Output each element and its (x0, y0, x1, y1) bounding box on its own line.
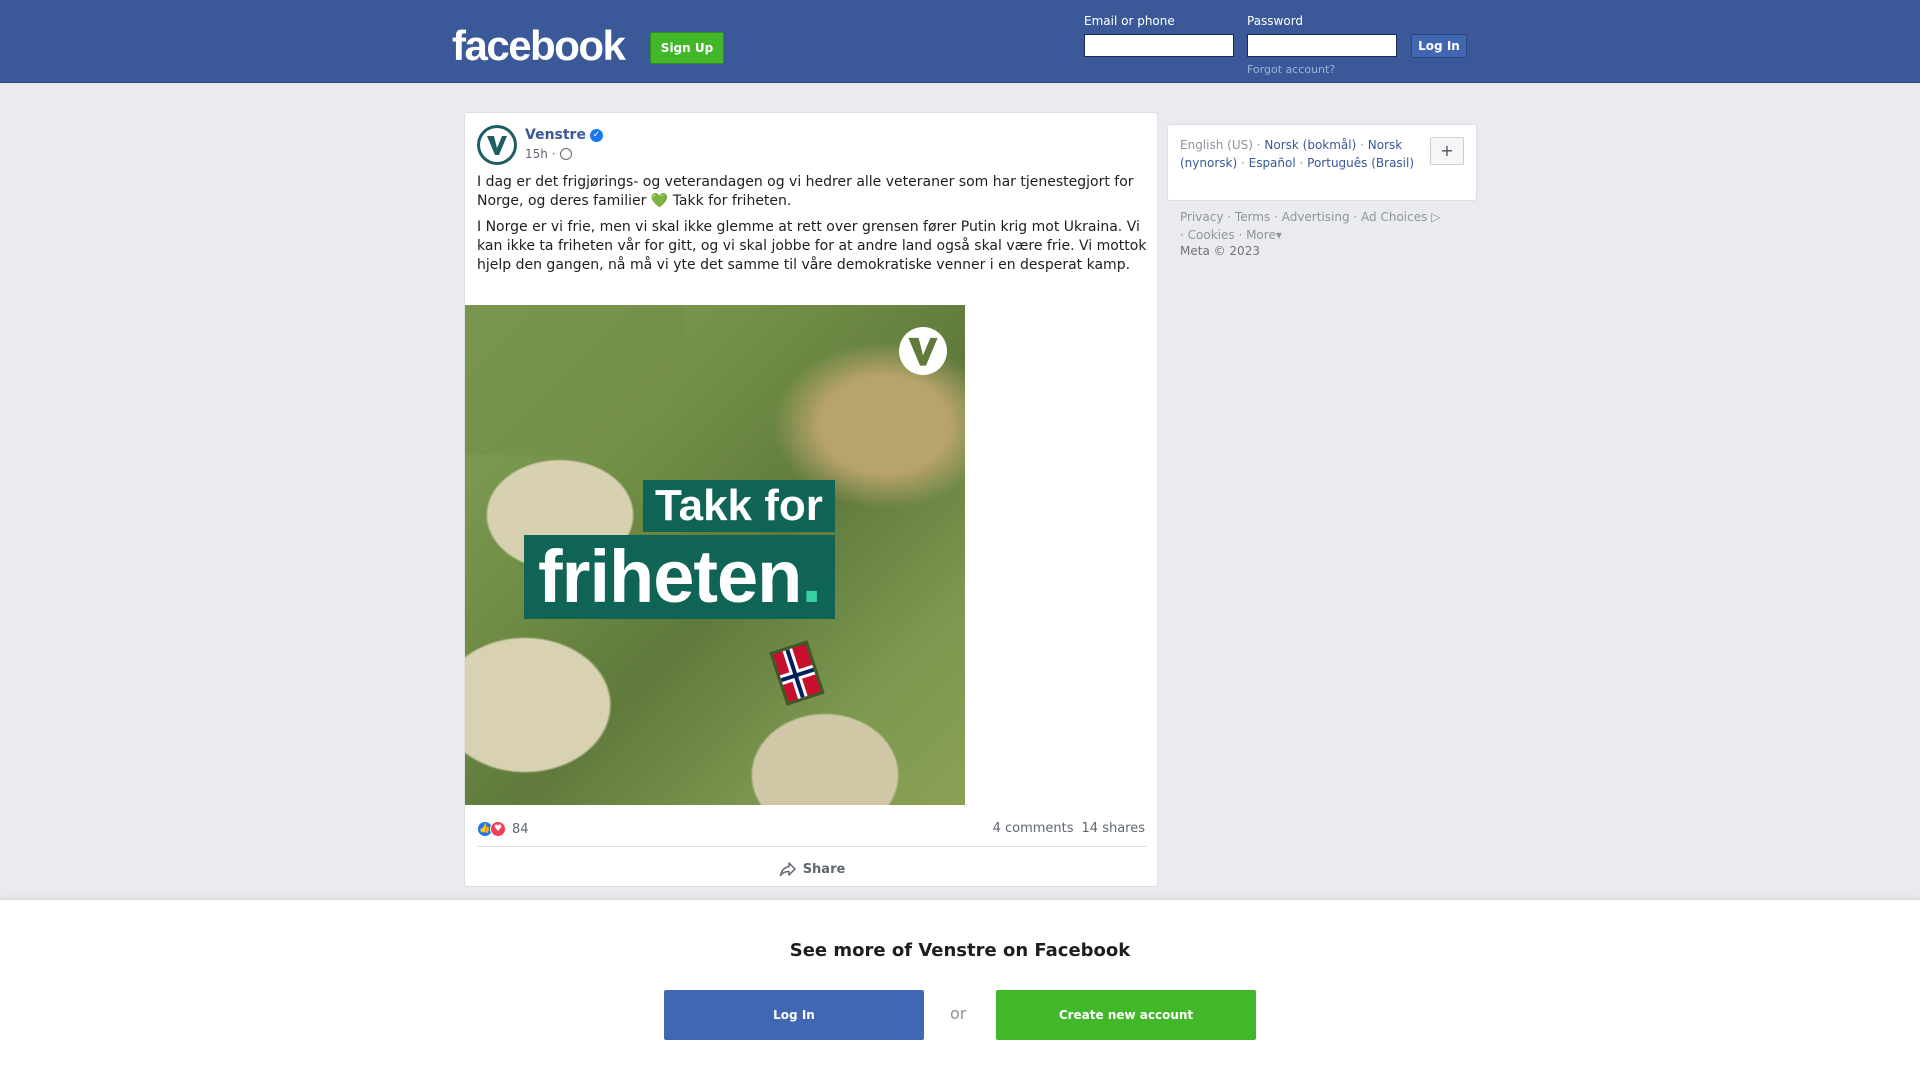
share-icon (779, 862, 796, 877)
venstre-image-logo-icon (899, 327, 947, 375)
post-paragraph-1: I dag er det frigjørings- og veterandage… (477, 173, 1147, 211)
banner-login-button[interactable]: Log In (664, 990, 924, 1040)
language-selector: English (US) · Norsk (bokmål) · Norsk (n… (1167, 124, 1477, 201)
engagement-counts: 4 comments 14 shares (993, 821, 1145, 836)
language-list: English (US) · Norsk (bokmål) · Norsk (n… (1180, 138, 1415, 170)
email-field[interactable] (1084, 34, 1234, 57)
banner-or-text: or (950, 1004, 967, 1023)
email-label: Email or phone (1084, 14, 1175, 28)
language-english: English (US) (1180, 138, 1253, 152)
post-paragraph-2: I Norge er vi frie, men vi skal ikke gle… (477, 219, 1147, 273)
post-image[interactable]: Takk for friheten. (465, 305, 965, 805)
image-camo-patch (465, 305, 685, 455)
facebook-logo[interactable]: facebook (452, 22, 626, 70)
image-title-line-1: Takk for (643, 480, 835, 532)
share-button[interactable]: Share (465, 855, 1159, 883)
signup-button[interactable]: Sign Up (650, 32, 724, 64)
post-divider (477, 846, 1147, 847)
post-card: Venstre ✓ 15h · I dag er det frigjørings… (464, 112, 1158, 887)
norwegian-flag-icon (769, 640, 825, 706)
cookies-link[interactable]: Cookies (1188, 228, 1235, 242)
shares-count[interactable]: 14 shares (1082, 821, 1145, 836)
top-navbar: facebook Sign Up Email or phone Password… (0, 0, 1920, 83)
login-prompt-banner: See more of Venstre on Facebook Log In o… (0, 900, 1920, 1080)
password-label: Password (1247, 14, 1304, 28)
comments-count[interactable]: 4 comments (993, 821, 1074, 836)
footer-links: Privacy · Terms · Advertising · Ad Choic… (1180, 210, 1441, 242)
post-text: I dag er det frigjørings- og veterandage… (477, 173, 1147, 282)
create-account-button[interactable]: Create new account (996, 990, 1256, 1040)
more-link[interactable]: More (1246, 228, 1276, 242)
language-norsk-bokmal[interactable]: Norsk (bokmål) (1264, 138, 1356, 152)
reactions-summary[interactable]: 👍 ♥ 84 (477, 821, 529, 837)
love-reaction-icon: ♥ (490, 821, 506, 837)
forgot-account-link[interactable]: Forgot account? (1247, 63, 1335, 76)
post-paragraph-1-text-end: Takk for friheten. (672, 193, 792, 209)
post-timestamp[interactable]: 15h · (525, 147, 556, 161)
ad-choices-icon: ▷ (1427, 210, 1441, 224)
copyright: Meta © 2023 (1180, 244, 1260, 258)
venstre-logo-icon (480, 128, 514, 162)
globe-icon (559, 148, 572, 160)
banner-title: See more of Venstre on Facebook (789, 940, 1131, 961)
terms-link[interactable]: Terms (1235, 210, 1270, 224)
post-author[interactable]: Venstre ✓ (525, 127, 603, 143)
image-title-dot: . (801, 535, 822, 618)
login-button[interactable]: Log In (1411, 34, 1467, 58)
image-title-line-2: friheten. (524, 535, 835, 619)
language-espanol[interactable]: Español (1249, 156, 1296, 170)
share-label: Share (802, 861, 846, 877)
privacy-link[interactable]: Privacy (1180, 210, 1223, 224)
advertising-link[interactable]: Advertising (1282, 210, 1350, 224)
more-languages-button[interactable]: + (1430, 137, 1464, 165)
green-heart-icon: 💚 (650, 193, 669, 209)
reaction-count: 84 (512, 821, 529, 837)
author-name[interactable]: Venstre (525, 127, 586, 143)
ad-choices-link[interactable]: Ad Choices (1361, 210, 1427, 224)
post-paragraph-1-text: I dag er det frigjørings- og veterandage… (477, 174, 1134, 209)
more-caret-icon: ▾ (1275, 228, 1282, 242)
image-title-word: friheten (538, 535, 802, 618)
post-meta: 15h · (525, 147, 572, 161)
language-portugues[interactable]: Português (Brasil) (1307, 156, 1414, 170)
verified-badge-icon: ✓ (589, 128, 603, 142)
password-field[interactable] (1247, 34, 1397, 57)
page-avatar[interactable] (477, 125, 517, 165)
